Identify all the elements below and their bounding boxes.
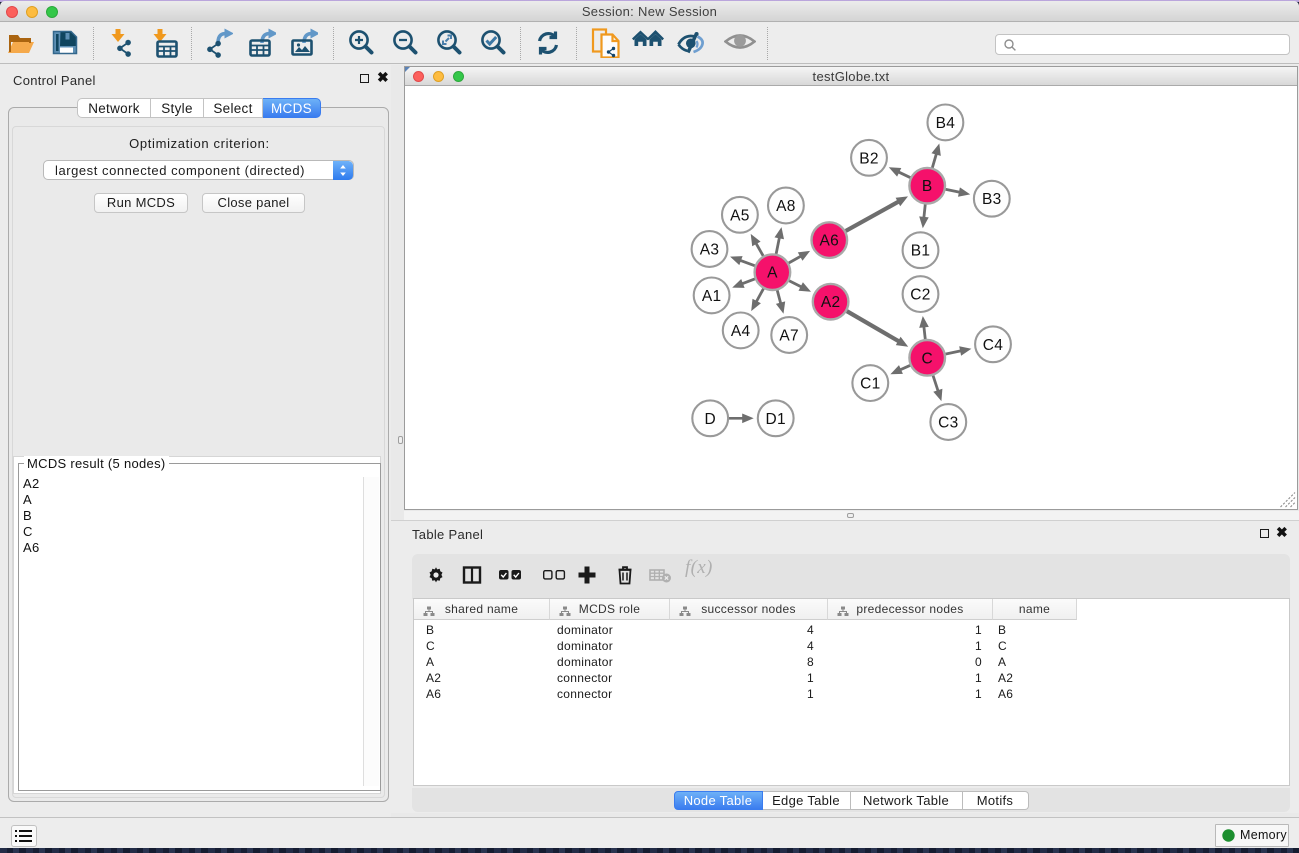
svg-text:C4: C4 [983,337,1003,354]
svg-text:A7: A7 [779,328,799,345]
svg-text:C1: C1 [860,376,880,393]
svg-text:A5: A5 [730,207,750,224]
svg-text:D: D [704,411,716,428]
svg-text:B1: B1 [911,243,931,260]
svg-text:C3: C3 [938,415,958,432]
svg-text:A3: A3 [700,242,720,259]
svg-text:A8: A8 [776,198,796,215]
svg-text:A: A [767,265,778,282]
svg-text:A1: A1 [702,288,722,305]
svg-text:B3: B3 [982,191,1002,208]
svg-text:A4: A4 [731,323,751,340]
svg-text:B4: B4 [936,115,956,132]
svg-text:B2: B2 [859,150,879,167]
svg-text:C: C [921,350,933,367]
svg-text:A2: A2 [821,294,841,311]
svg-text:B: B [922,178,933,195]
svg-text:C2: C2 [910,287,930,304]
svg-text:D1: D1 [765,411,785,428]
svg-text:A6: A6 [820,233,840,250]
